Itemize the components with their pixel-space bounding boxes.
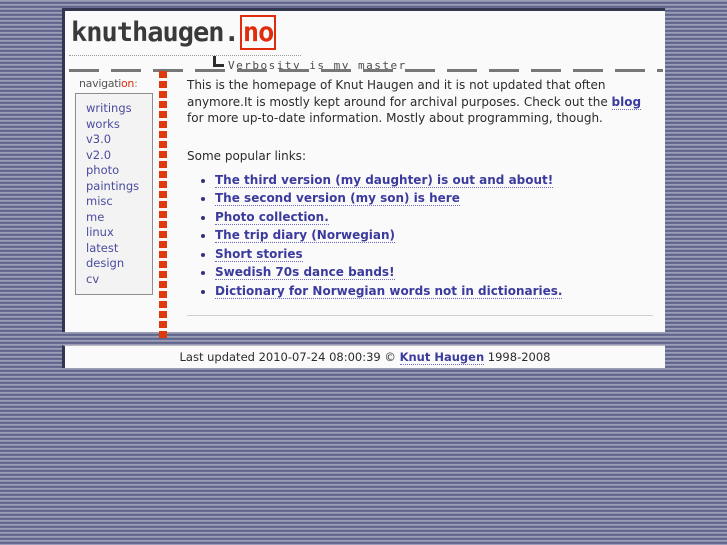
sidebar-navigation: navigation: writings works v3.0 v2.0 pho…: [75, 77, 153, 295]
page-panel: knuthaugen. no Verbosity is my master nav…: [62, 8, 665, 339]
sidebar-item-cv[interactable]: cv: [86, 272, 152, 288]
list-item: The second version (my son) is here: [201, 191, 653, 207]
site-logo[interactable]: knuthaugen. no: [71, 15, 277, 50]
sidebar-title-accent: on: [120, 77, 135, 90]
popular-links-list: The third version (my daughter) is out a…: [187, 172, 653, 300]
corner-bracket-icon: [213, 56, 224, 67]
link-short-stories[interactable]: Short stories: [215, 246, 303, 262]
footer-prefix: Last updated 2010-07-24 08:00:39 ©: [179, 350, 400, 364]
intro-text-before-link: This is the homepage of Knut Haugen and …: [187, 78, 612, 109]
sidebar-nav-box: writings works v3.0 v2.0 photo paintings…: [75, 93, 153, 295]
sidebar-item-v3[interactable]: v3.0: [86, 132, 152, 148]
logo-tld: no: [239, 15, 277, 50]
sidebar-item-v2[interactable]: v2.0: [86, 148, 152, 164]
sidebar-title-tail: :: [134, 77, 138, 90]
sidebar-item-linux[interactable]: linux: [86, 225, 152, 241]
sidebar-title-main: navigati: [79, 77, 121, 90]
sidebar-item-design[interactable]: design: [86, 256, 152, 272]
sidebar-item-writings[interactable]: writings: [86, 101, 152, 117]
link-trip-diary[interactable]: The trip diary (Norwegian): [215, 228, 396, 243]
logo-main-text: knuthaugen: [71, 17, 225, 48]
sidebar-item-latest[interactable]: latest: [86, 241, 152, 257]
link-second-version[interactable]: The second version (my son) is here: [215, 191, 460, 206]
link-dictionary[interactable]: Dictionary for Norwegian words not in di…: [215, 283, 563, 299]
red-squares-divider: [159, 71, 167, 339]
sidebar-item-photo[interactable]: photo: [86, 163, 152, 179]
sidebar-item-me[interactable]: me: [86, 210, 152, 226]
logo-dot: .: [223, 17, 240, 48]
list-item: The third version (my daughter) is out a…: [201, 172, 653, 189]
sidebar-item-misc[interactable]: misc: [86, 194, 152, 210]
list-item: Dictionary for Norwegian words not in di…: [201, 283, 653, 300]
footer-bar: Last updated 2010-07-24 08:00:39 © Knut …: [62, 345, 665, 368]
footer-text: Last updated 2010-07-24 08:00:39 © Knut …: [179, 350, 551, 365]
intro-paragraph: This is the homepage of Knut Haugen and …: [187, 77, 653, 127]
popular-links-heading: Some popular links:: [187, 148, 306, 163]
main-content: This is the homepage of Knut Haugen and …: [187, 77, 653, 316]
list-item: Photo collection.: [201, 209, 653, 226]
footer-author-link[interactable]: Knut Haugen: [399, 350, 485, 365]
link-swedish-dance-bands[interactable]: Swedish 70s dance bands!: [215, 265, 395, 280]
list-item: Short stories: [201, 246, 653, 263]
blog-link[interactable]: blog: [611, 94, 642, 110]
sidebar-item-works[interactable]: works: [86, 117, 152, 133]
sidebar-item-paintings[interactable]: paintings: [86, 179, 152, 195]
content-separator: [187, 315, 653, 316]
link-photo-collection[interactable]: Photo collection.: [215, 209, 329, 225]
sidebar-title: navigation:: [75, 77, 153, 90]
list-item: The trip diary (Norwegian): [201, 228, 653, 244]
site-header: knuthaugen. no Verbosity is my master: [65, 11, 665, 72]
intro-text-after-link: for more up-to-date information. Mostly …: [187, 111, 603, 125]
link-third-version[interactable]: The third version (my daughter) is out a…: [215, 172, 554, 188]
footer-years: 1998-2008: [484, 350, 551, 364]
list-item: Swedish 70s dance bands!: [201, 265, 653, 281]
